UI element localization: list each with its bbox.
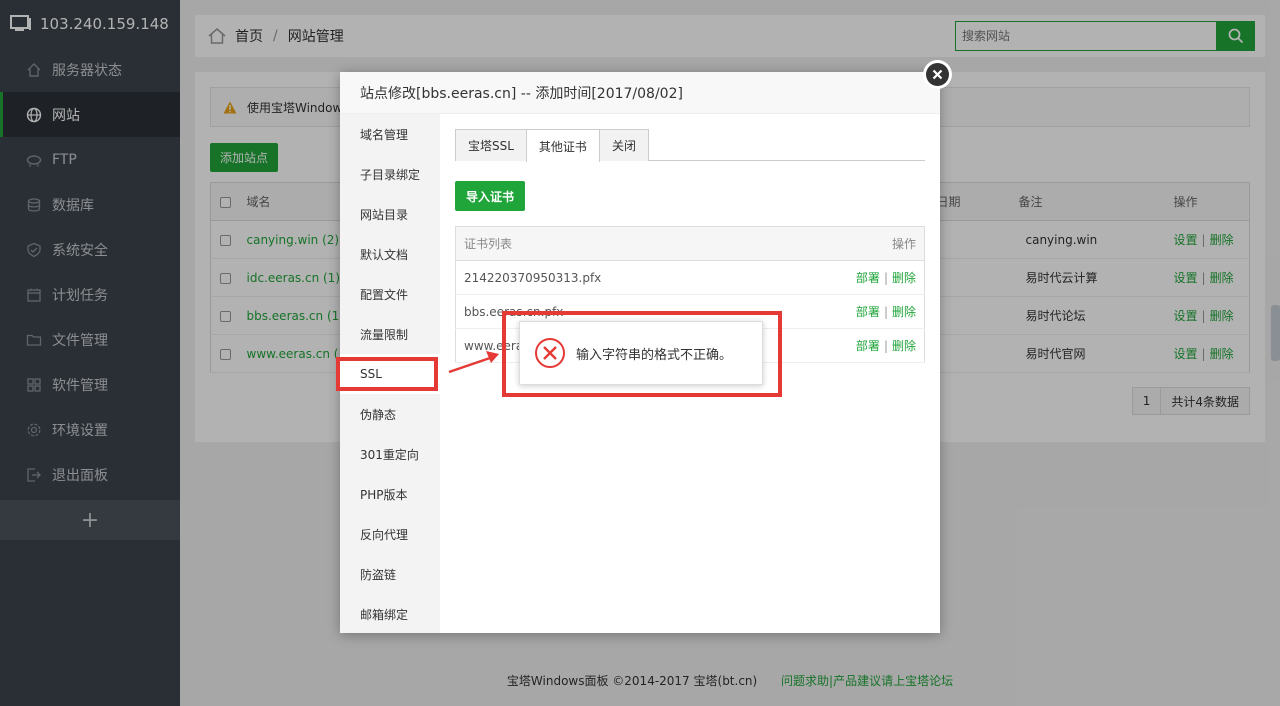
modal-nav-mail[interactable]: 邮箱绑定 [340,594,440,634]
modal-nav-default-doc[interactable]: 默认文档 [340,234,440,274]
cert-delete-link[interactable]: 删除 [892,271,916,285]
cert-name: 214220370950313.pfx [455,260,763,295]
table-row: 214220370950313.pfx 部署 | 删除 [455,260,925,295]
tab-other-cert[interactable]: 其他证书 [525,129,600,162]
cert-delete-link[interactable]: 删除 [892,305,916,319]
annotation-arrow-icon [448,351,499,374]
modal-title: 站点修改[bbs.eeras.cn] -- 添加时间[2017/08/02] [340,72,940,114]
col-cert-list: 证书列表 [455,226,763,261]
cert-deploy-link[interactable]: 部署 [856,305,880,319]
ssl-highlight-box [336,357,438,391]
cert-delete-link[interactable]: 删除 [892,339,916,353]
modal-nav-proxy[interactable]: 反向代理 [340,514,440,554]
import-cert-button[interactable]: 导入证书 [455,181,525,211]
cert-table-header: 证书列表 操作 [455,226,925,261]
modal-nav-traffic[interactable]: 流量限制 [340,314,440,354]
cert-deploy-link[interactable]: 部署 [856,339,880,353]
modal-nav-config[interactable]: 配置文件 [340,274,440,314]
close-icon [926,63,949,86]
cert-deploy-link[interactable]: 部署 [856,271,880,285]
modal-nav-domain[interactable]: 域名管理 [340,114,440,154]
link-separator: | [883,271,888,285]
modal-nav-root-dir[interactable]: 网站目录 [340,194,440,234]
link-separator: | [883,305,888,319]
modal-nav-redirect[interactable]: 301重定向 [340,434,440,474]
scrollbar[interactable] [1271,305,1280,361]
col-cert-ops: 操作 [762,226,925,261]
message-highlight-box [502,311,782,397]
tab-close[interactable]: 关闭 [598,129,649,161]
modal-nav-rewrite[interactable]: 伪静态 [340,394,440,434]
ssl-tabs: 宝塔SSL 其他证书 关闭 [455,129,925,162]
modal-close-button[interactable] [923,60,952,89]
tab-bt-ssl[interactable]: 宝塔SSL [455,129,527,161]
link-separator: | [883,339,888,353]
modal-nav-php[interactable]: PHP版本 [340,474,440,514]
modal-nav-subdir[interactable]: 子目录绑定 [340,154,440,194]
modal-nav-hotlink[interactable]: 防盗链 [340,554,440,594]
